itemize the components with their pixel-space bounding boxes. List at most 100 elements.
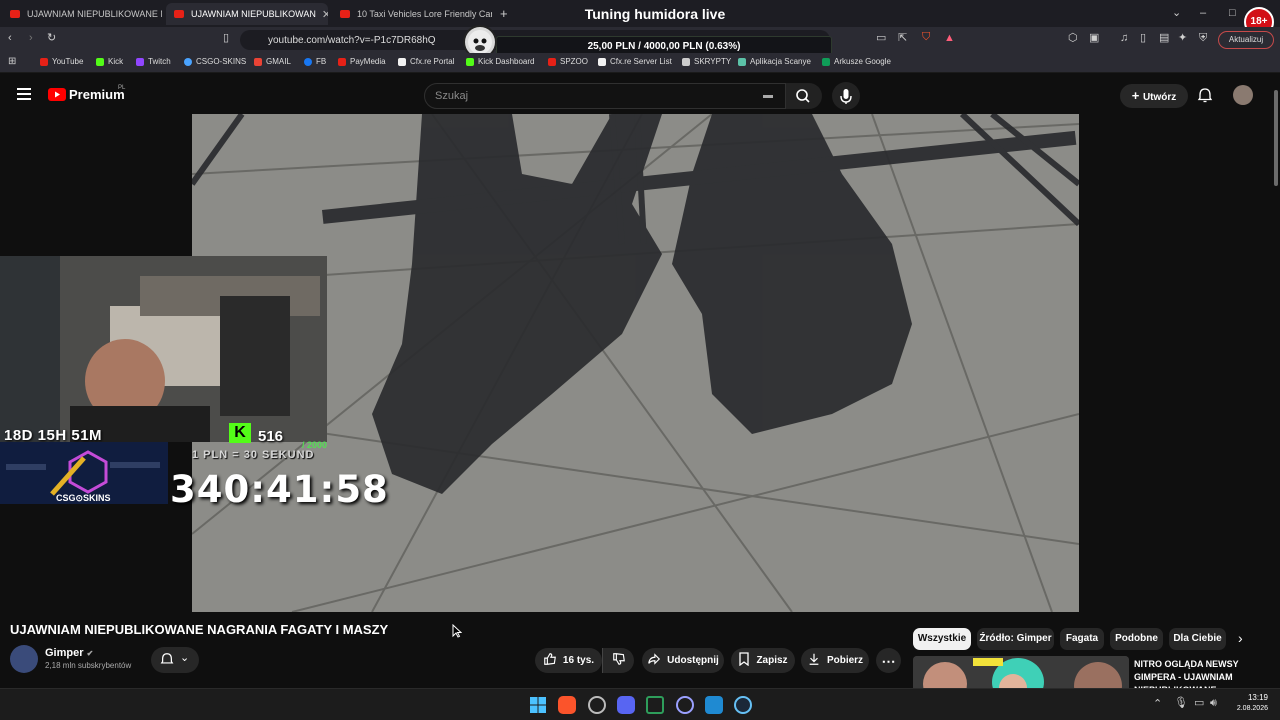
facebook-icon (304, 57, 312, 66)
chip-source-gimper[interactable]: Źródło: Gimper (977, 628, 1054, 650)
apps-grid-icon[interactable]: ⊞ (8, 57, 16, 67)
maximize-icon[interactable]: □ (1229, 8, 1236, 19)
more-actions-button[interactable]: ⋯ (876, 648, 901, 673)
cfx-icon (398, 57, 406, 66)
download-button[interactable]: Pobierz (801, 648, 869, 673)
kick-sub-count: 516 (258, 428, 284, 445)
twitch-icon (136, 57, 144, 66)
bookmark-paymedia[interactable]: PayMedia (338, 57, 386, 66)
search-button[interactable] (786, 83, 822, 109)
recommended-video-thumbnail[interactable] (913, 656, 1129, 692)
clock-time[interactable]: 13:19 (1228, 693, 1268, 702)
bookmark-spzoo[interactable]: SPZOO (548, 57, 588, 66)
bookmark-fb[interactable]: FB (304, 57, 326, 66)
notifications-bell-icon[interactable] (1197, 87, 1213, 108)
page-scrollbar[interactable] (1272, 76, 1280, 688)
tab-label: UJAWNIAM NIEPUBLIKOWAN (191, 9, 316, 19)
hamburger-menu-icon[interactable] (17, 88, 31, 100)
music-icon[interactable]: ♫ (1120, 33, 1128, 44)
like-button[interactable]: 16 tys. (535, 648, 602, 673)
update-button[interactable]: Aktualizuj (1218, 31, 1274, 49)
download-icon (807, 652, 821, 669)
excel-icon[interactable] (646, 696, 664, 714)
tab-youtube-1[interactable]: UJAWNIAM NIEPUBLIKOWANE NAGR (2, 3, 162, 25)
back-icon[interactable]: ‹ (8, 33, 12, 44)
bookmark-gmail[interactable]: GMAIL (254, 57, 291, 66)
bookmark-cfx-portal[interactable]: Cfx.re Portal (398, 57, 454, 66)
webcam-feed (0, 256, 327, 442)
tray-microphone-icon[interactable]: 🎙︎ (1174, 698, 1188, 709)
discord-icon[interactable] (617, 696, 635, 714)
close-tab-icon[interactable]: ✕ (316, 8, 328, 21)
youtube-favicon-icon (340, 10, 350, 18)
brave-browser-icon[interactable] (558, 696, 576, 714)
bookmark-google-sheets[interactable]: Arkusze Google (822, 57, 891, 66)
youtube-favicon-icon (174, 10, 184, 18)
cast-icon[interactable]: ▭ (876, 33, 886, 44)
vscode-icon[interactable] (705, 696, 723, 714)
subscriber-count: 2,18 mln subskrybentów (45, 661, 132, 670)
kick-logo-icon: K (229, 423, 251, 443)
sidebar-icon[interactable]: ▯ (1140, 33, 1146, 44)
keyboard-icon[interactable]: ▬ (763, 84, 773, 108)
youtube-logo-icon[interactable] (48, 88, 66, 101)
tab-youtube-active[interactable]: UJAWNIAM NIEPUBLIKOWAN ✕ (166, 3, 328, 25)
channel-avatar[interactable] (10, 645, 38, 673)
mouse-cursor-icon (452, 623, 463, 643)
youtube-premium-logo[interactable]: Premium (69, 87, 125, 102)
tray-volume-icon[interactable]: 🔊︎ (1210, 698, 1217, 709)
share-button[interactable]: Udostępnij (642, 648, 724, 673)
bookmark-save-icon (738, 652, 750, 669)
chip-for-you[interactable]: Dla Ciebie (1169, 628, 1226, 650)
bookmark-csgo-skins[interactable]: CSGO-SKINS (184, 57, 246, 66)
bookmark-icon[interactable]: ▯ (223, 33, 229, 44)
create-button[interactable]: + Utwórz (1120, 84, 1188, 108)
dislike-button[interactable] (602, 648, 634, 673)
google-sheets-icon (822, 57, 830, 66)
extension-icon[interactable]: ▣ (1089, 33, 1099, 44)
ai-icon[interactable]: ✦ (1178, 33, 1187, 44)
minimize-icon[interactable]: – (1200, 8, 1206, 19)
brave-rewards-icon[interactable]: ▲ (944, 33, 955, 44)
bookmark-kick[interactable]: Kick (96, 57, 123, 66)
reload-icon[interactable]: ↻ (47, 33, 56, 44)
brave-shield-icon[interactable]: ⛉ (922, 32, 930, 43)
url-text: youtube.com/watch?v=-P1c7DR68hQ (268, 34, 436, 46)
obs-icon[interactable] (676, 696, 694, 714)
scrollbar-thumb[interactable] (1274, 90, 1278, 186)
windows-start-icon[interactable] (529, 696, 547, 714)
save-button[interactable]: Zapisz (731, 648, 795, 673)
tray-chevron-up-icon[interactable]: ⌃ (1153, 699, 1162, 710)
steam-icon[interactable] (734, 696, 752, 714)
chip-similar[interactable]: Podobne (1110, 628, 1163, 650)
chips-next-chevron-icon[interactable]: › (1238, 630, 1243, 646)
bookmark-scanye[interactable]: Aplikacja Scanye (738, 57, 811, 66)
forward-icon[interactable]: › (29, 33, 33, 44)
bookmark-kick-dashboard[interactable]: Kick Dashboard (466, 57, 534, 66)
subathon-timer: 340:41:58 (170, 468, 389, 511)
wallet-icon[interactable]: ▤ (1159, 33, 1169, 44)
chip-all[interactable]: Wszystkie (913, 628, 971, 650)
subscription-bell-button[interactable]: ⌄ (151, 647, 199, 673)
share-icon[interactable]: ⇱ (898, 33, 907, 44)
plus-icon: + (1131, 88, 1143, 103)
bookmark-cfx-server-list[interactable]: Cfx.re Server List (598, 57, 672, 66)
app-circle-icon[interactable] (588, 696, 606, 714)
tray-network-icon[interactable]: ▭ (1194, 698, 1204, 709)
account-avatar[interactable] (1233, 85, 1253, 105)
bookmark-twitch[interactable]: Twitch (136, 57, 171, 66)
bookmark-skrypty[interactable]: SKRYPTY (682, 57, 731, 66)
channel-name[interactable]: Gimper ✔ (45, 647, 93, 659)
thumbs-up-icon (543, 652, 557, 669)
bookmark-youtube[interactable]: YouTube (40, 57, 83, 66)
extension-icon[interactable]: ⬡ (1068, 33, 1078, 44)
video-title: UJAWNIAM NIEPUBLIKOWANE NAGRANIA FAGATY … (10, 622, 389, 637)
chip-fagata[interactable]: Fagata (1060, 628, 1104, 650)
new-tab-button[interactable]: + (500, 7, 508, 20)
tab-taxi-vehicles[interactable]: 10 Taxi Vehicles Lore Friendly Cars GT (332, 3, 492, 25)
voice-search-button[interactable] (832, 82, 860, 110)
clock-date[interactable]: 2.08.2026 (1228, 705, 1268, 712)
tab-search-chevron-icon[interactable]: ⌄ (1172, 8, 1181, 19)
search-input[interactable]: Szukaj ▬ (424, 83, 786, 109)
vpn-icon[interactable]: ⛨ (1199, 33, 1207, 44)
